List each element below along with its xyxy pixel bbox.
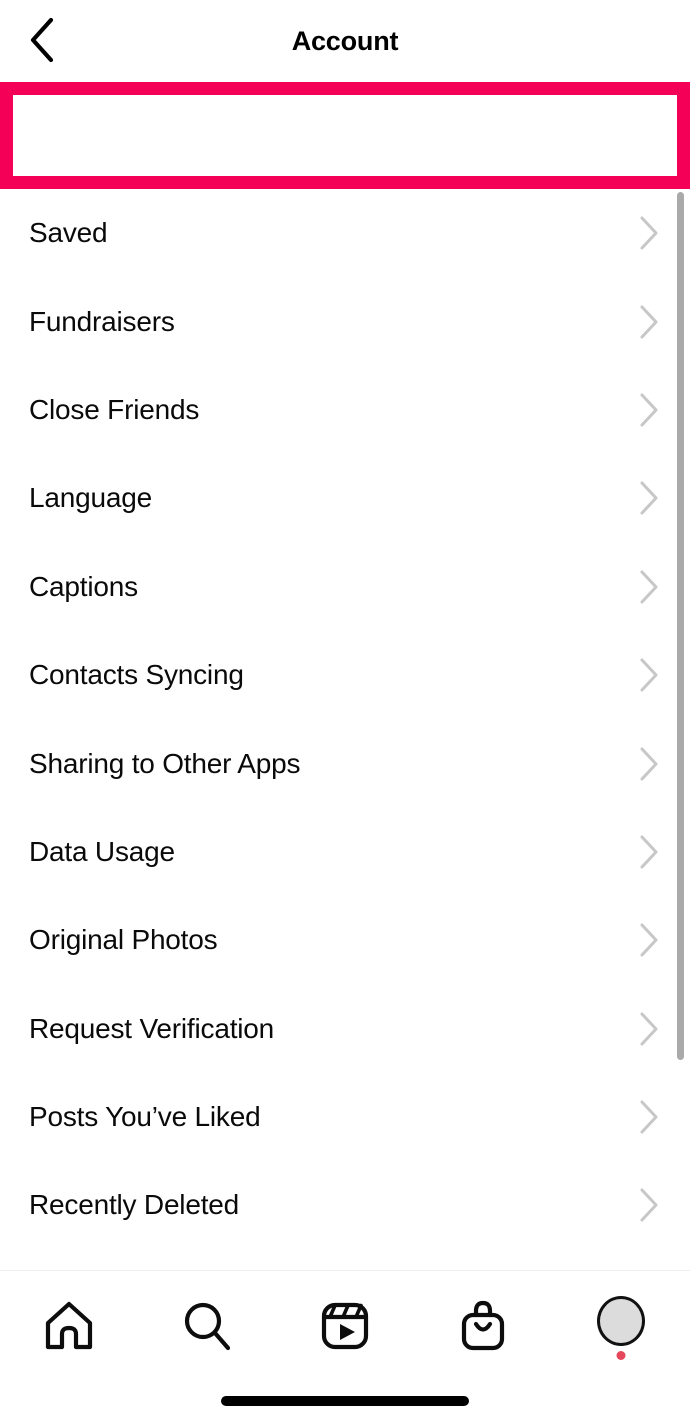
chevron-right-icon <box>638 922 660 958</box>
chevron-right-icon <box>638 834 660 870</box>
vertical-scrollbar[interactable] <box>677 192 684 1060</box>
reels-icon <box>317 1298 373 1354</box>
avatar <box>595 1296 647 1360</box>
chevron-right-icon <box>638 1099 660 1135</box>
avatar-image <box>597 1296 645 1346</box>
list-item-label: Contacts Syncing <box>29 659 244 691</box>
search-icon <box>179 1298 235 1354</box>
list-item-saved[interactable]: Saved <box>0 189 690 277</box>
list-item-label: Language <box>29 482 152 514</box>
list-item-label: Recently Deleted <box>29 1189 240 1221</box>
notification-dot-icon <box>616 1351 626 1360</box>
list-item-label: Request Verification <box>29 1012 275 1044</box>
page-title: Account <box>291 26 399 56</box>
list-item-posts-youve-liked[interactable]: Posts You’ve Liked <box>0 1073 690 1161</box>
list-item-data-usage[interactable]: Data Usage <box>0 808 690 896</box>
chevron-right-icon <box>638 657 660 693</box>
app-screen: Account Personal Information Saved Fundr… <box>0 0 690 1424</box>
home-icon <box>41 1298 97 1354</box>
list-item-sharing-to-other-apps[interactable]: Sharing to Other Apps <box>0 719 690 807</box>
chevron-right-icon <box>638 1011 660 1047</box>
list-item-request-verification[interactable]: Request Verification <box>0 985 690 1073</box>
chevron-right-icon <box>638 304 660 340</box>
nav-item-shop[interactable] <box>429 1280 537 1372</box>
list-item-recently-deleted[interactable]: Recently Deleted <box>0 1161 690 1249</box>
nav-item-home[interactable] <box>15 1280 123 1372</box>
bottom-navigation-bar <box>0 1271 690 1381</box>
list-item-label: Sharing to Other Apps <box>29 747 301 779</box>
nav-item-reels[interactable] <box>291 1280 399 1372</box>
chevron-right-icon <box>638 746 660 782</box>
home-indicator <box>221 1396 469 1406</box>
nav-item-profile[interactable] <box>567 1280 675 1372</box>
list-item-close-friends[interactable]: Close Friends <box>0 366 690 454</box>
scrollbar-thumb[interactable] <box>677 192 684 1060</box>
settings-list: Personal Information Saved Fundraisers <box>0 82 690 1270</box>
highlight-annotation-box <box>0 82 690 189</box>
list-item-captions[interactable]: Captions <box>0 543 690 631</box>
list-item-fundraisers[interactable]: Fundraisers <box>0 277 690 365</box>
list-item-label: Saved <box>29 217 108 249</box>
shop-bag-icon <box>455 1298 511 1354</box>
list-item-label: Posts You’ve Liked <box>29 1101 261 1133</box>
chevron-right-icon <box>638 569 660 605</box>
chevron-right-icon <box>638 480 660 516</box>
chevron-right-icon <box>638 392 660 428</box>
list-item-label: Close Friends <box>29 393 200 425</box>
list-item-contacts-syncing[interactable]: Contacts Syncing <box>0 631 690 719</box>
header-bar: Account <box>0 0 690 82</box>
list-item-label: Original Photos <box>29 924 218 956</box>
nav-item-search[interactable] <box>153 1280 261 1372</box>
list-item-language[interactable]: Language <box>0 454 690 542</box>
list-item-label: Fundraisers <box>29 305 175 337</box>
list-item-label: Data Usage <box>29 835 175 867</box>
list-item-label: Captions <box>29 570 138 602</box>
chevron-right-icon <box>638 215 660 251</box>
chevron-right-icon <box>638 1187 660 1223</box>
list-item-original-photos[interactable]: Original Photos <box>0 896 690 984</box>
